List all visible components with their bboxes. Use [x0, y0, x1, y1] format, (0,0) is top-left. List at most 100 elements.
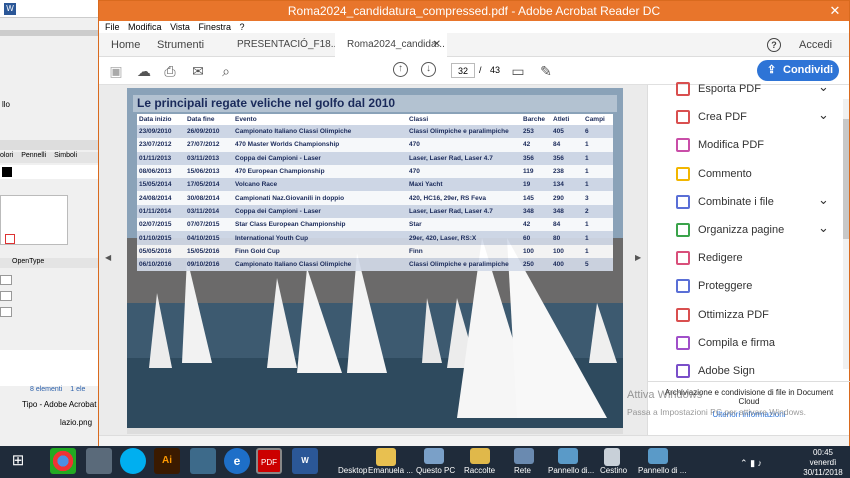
file-explorer-icon[interactable] — [86, 448, 112, 474]
print-icon[interactable]: ⎙ — [161, 62, 179, 80]
bg-dropdown[interactable] — [0, 291, 12, 301]
bg-dropdowns — [0, 275, 12, 335]
recycle-bin-icon[interactable] — [604, 448, 620, 466]
bg-tab-pennelli[interactable]: Pennelli — [21, 152, 46, 159]
taskbar-label-network[interactable]: Rete — [514, 466, 531, 475]
ie-icon[interactable]: e — [224, 448, 250, 474]
taskbar-label-user[interactable]: Emanuela ... — [368, 466, 413, 475]
table-cell: 1 — [583, 164, 613, 179]
share-button[interactable]: ⇪ Condividi — [757, 60, 839, 81]
table-row: 02/07/2015 07/07/2015 Star Class European … — [137, 218, 613, 232]
menu-bar: File Modifica Vista Finestra ? — [99, 21, 849, 33]
table-cell: 1 — [583, 138, 613, 152]
bg-thumb-selected[interactable] — [5, 234, 15, 244]
taskbar-label-control-panel[interactable]: Pannello di... — [548, 466, 594, 475]
table-row: 01/11/2014 03/11/2014 Coppa dei Campioni -… — [137, 204, 613, 219]
tools-panel: Esporta PDF ⌄ Crea PDF ⌄ Modifica PDF Comment… — [647, 79, 850, 435]
table-body: 23/09/2010 26/09/2010 Campionato Italiano … — [137, 125, 613, 272]
email-icon[interactable]: ✉ — [189, 62, 207, 80]
start-button-icon[interactable]: ⊞ — [4, 448, 32, 474]
this-pc-icon[interactable] — [424, 448, 444, 464]
search-icon[interactable]: ⌕ — [217, 62, 235, 80]
taskbar-label-control-panel-2[interactable]: Pannello di ... — [638, 466, 686, 475]
tab-presentacio[interactable]: PRESENTACIÓ_F18... — [237, 33, 339, 57]
menu-file[interactable]: File — [105, 21, 120, 33]
table-cell: Campionato Italiano Classi Olimpiche — [233, 257, 407, 272]
volume-icon[interactable]: ♪ — [758, 458, 763, 468]
user-folder-icon[interactable] — [376, 448, 396, 466]
skype-icon[interactable] — [120, 448, 146, 474]
table-cell: 470 Master Worlds Championship — [233, 138, 407, 152]
tab-roma2024-label: Roma2024_candida... — [347, 39, 445, 50]
table-row: 01/11/2013 03/11/2013 Coppa dei Campioni -… — [137, 151, 613, 165]
pen-tool-icon[interactable]: ✎ — [537, 62, 555, 80]
clock-day: venerdì — [809, 458, 837, 467]
tab-strumenti[interactable]: Strumenti — [157, 33, 204, 57]
menu-modifica[interactable]: Modifica — [128, 21, 162, 33]
comment-tool-icon[interactable]: ▭ — [509, 62, 527, 80]
panel-scrollbar-thumb[interactable] — [843, 119, 849, 239]
bg-label: llo — [2, 100, 11, 109]
upload-cloud-icon[interactable]: ☁ — [135, 62, 153, 80]
menu-finestra[interactable]: Finestra — [198, 21, 231, 33]
expand-right-icon[interactable]: ▶ — [635, 253, 641, 262]
table-cell: 15/05/2016 — [185, 244, 233, 258]
table-row: 05/05/2016 15/05/2016 Finn Gold Cup Finn 100… — [137, 244, 613, 258]
collapse-left-icon[interactable]: ◀ — [105, 253, 111, 262]
bg-tab-colori[interactable]: olori — [0, 152, 13, 159]
table-cell: Classi Olimpiche e paralimpiche — [407, 125, 521, 139]
page-number-input[interactable]: 32 — [451, 63, 475, 78]
chrome-icon[interactable] — [50, 448, 76, 474]
page-up-icon[interactable]: ↑ — [393, 62, 408, 77]
tab-roma2024[interactable]: Roma2024_candida... ✕ — [335, 33, 447, 57]
tab-home[interactable]: Home — [111, 33, 140, 57]
bg-file-name[interactable]: lazio.png — [0, 418, 99, 430]
clock[interactable]: 00:45 venerdì 30/11/2018 — [800, 448, 846, 478]
horizontal-scrollbar[interactable] — [99, 435, 849, 446]
panel-scrollbar[interactable] — [843, 99, 849, 369]
bg-tab-simboli[interactable]: Simboli — [54, 152, 77, 159]
share-icon: ⇪ — [767, 64, 777, 76]
taskbar-label-desktop[interactable]: Desktop — [338, 466, 367, 475]
login-link[interactable]: Accedi — [799, 33, 832, 57]
control-panel-icon-2[interactable] — [648, 448, 668, 464]
control-panel-icon[interactable] — [558, 448, 578, 464]
taskbar-label-libraries[interactable]: Raccolte — [464, 466, 495, 475]
app-icon[interactable] — [190, 448, 216, 474]
col-header: Evento — [233, 114, 407, 125]
network-icon[interactable] — [514, 448, 534, 464]
table-cell: 17/05/2014 — [185, 178, 233, 192]
illustrator-icon[interactable]: Ai — [154, 448, 180, 474]
black-swatch[interactable] — [2, 167, 12, 177]
bg-opentype-tab[interactable]: OpenType — [0, 258, 99, 268]
page-down-icon[interactable]: ↓ — [421, 62, 436, 77]
table-cell: 27/07/2012 — [185, 138, 233, 152]
network-tray-icon[interactable]: ▮ — [750, 458, 755, 468]
bg-dropdown[interactable] — [0, 307, 12, 317]
document-area[interactable]: ◀ Le principali regate veliche nel golfo — [99, 85, 647, 435]
table-cell: 348 — [551, 204, 583, 219]
tray-arrow-icon[interactable]: ⌃ — [740, 458, 748, 468]
table-cell: 01/11/2014 — [137, 204, 185, 219]
help-icon[interactable]: ? — [767, 38, 781, 52]
bg-slider[interactable] — [0, 140, 99, 150]
bg-dropdown[interactable] — [0, 275, 12, 285]
tray-icons[interactable]: ⌃ ▮ ♪ — [740, 458, 762, 469]
close-window-icon[interactable]: ✕ — [821, 1, 849, 21]
taskbar-label-pc[interactable]: Questo PC — [416, 466, 455, 475]
table-cell: 03/11/2014 — [185, 204, 233, 219]
menu-help[interactable]: ? — [239, 21, 244, 33]
save-icon[interactable]: ▣ — [107, 62, 125, 80]
libraries-icon[interactable] — [470, 448, 490, 464]
taskbar-label-recycle-bin[interactable]: Cestino — [600, 466, 627, 475]
word-taskbar-icon[interactable]: W — [292, 448, 318, 474]
window-title: Roma2024_candidatura_compressed.pdf - Ad… — [287, 4, 661, 18]
table-cell: Coppa dei Campioni - Laser — [233, 151, 407, 165]
table-cell: Finn Gold Cup — [233, 244, 407, 258]
bg-item-count: 8 elementi 1 ele — [30, 386, 86, 393]
acrobat-taskbar-icon[interactable]: PDF — [256, 448, 282, 474]
table-cell: 42 — [521, 138, 551, 152]
menu-vista[interactable]: Vista — [170, 21, 190, 33]
close-tab-icon[interactable]: ✕ — [433, 33, 441, 57]
bg-thumbnails — [0, 195, 68, 245]
